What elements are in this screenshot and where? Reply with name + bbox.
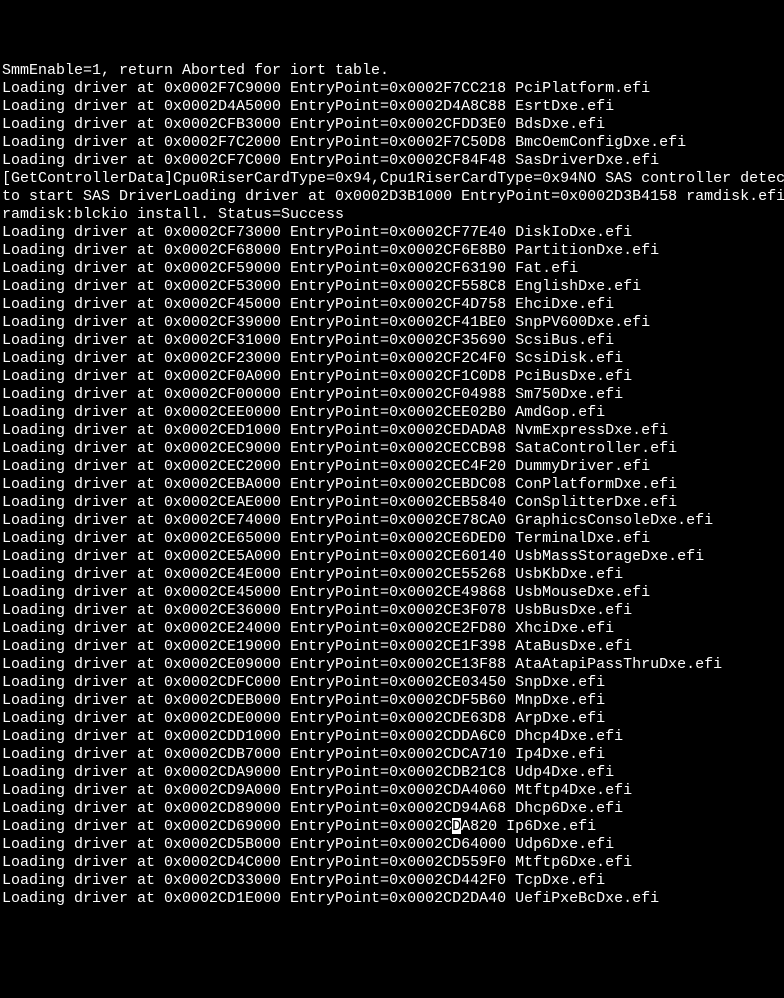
log-line: Loading driver at 0x0002CF31000 EntryPoi…: [2, 332, 782, 350]
log-line: Loading driver at 0x0002CEE0000 EntryPoi…: [2, 404, 782, 422]
log-line: Loading driver at 0x0002CE19000 EntryPoi…: [2, 638, 782, 656]
log-line: Loading driver at 0x0002CE5A000 EntryPoi…: [2, 548, 782, 566]
log-line: Loading driver at 0x0002CD5B000 EntryPoi…: [2, 836, 782, 854]
log-line: Loading driver at 0x0002CDA9000 EntryPoi…: [2, 764, 782, 782]
log-line: Loading driver at 0x0002F7C9000 EntryPoi…: [2, 80, 782, 98]
log-line: Loading driver at 0x0002CF23000 EntryPoi…: [2, 350, 782, 368]
log-line: Loading driver at 0x0002F7C2000 EntryPoi…: [2, 134, 782, 152]
log-line: Loading driver at 0x0002CF7C000 EntryPoi…: [2, 152, 782, 170]
log-line: Loading driver at 0x0002CE65000 EntryPoi…: [2, 530, 782, 548]
cursor-before-text: Loading driver at 0x0002CD69000 EntryPoi…: [2, 818, 452, 835]
log-line: Loading driver at 0x0002CEBA000 EntryPoi…: [2, 476, 782, 494]
log-line: Loading driver at 0x0002CE24000 EntryPoi…: [2, 620, 782, 638]
log-line: Loading driver at 0x0002CF0A000 EntryPoi…: [2, 368, 782, 386]
log-line: Loading driver at 0x0002CF59000 EntryPoi…: [2, 260, 782, 278]
log-line: Loading driver at 0x0002CDD1000 EntryPoi…: [2, 728, 782, 746]
log-line: Loading driver at 0x0002CE09000 EntryPoi…: [2, 656, 782, 674]
log-line: Loading driver at 0x0002CF73000 EntryPoi…: [2, 224, 782, 242]
boot-log-terminal: SmmEnable=1, return Aborted for iort tab…: [0, 62, 784, 908]
log-line: ramdisk:blckio install. Status=Success: [2, 206, 782, 224]
log-header-fragment: SmmEnable=1, return Aborted for iort tab…: [2, 62, 782, 80]
log-line: Loading driver at 0x0002CDE0000 EntryPoi…: [2, 710, 782, 728]
log-line: Loading driver at 0x0002CE4E000 EntryPoi…: [2, 566, 782, 584]
log-line: Loading driver at 0x0002CDB7000 EntryPoi…: [2, 746, 782, 764]
log-line: Loading driver at 0x0002CEC9000 EntryPoi…: [2, 440, 782, 458]
log-line: Loading driver at 0x0002CD9A000 EntryPoi…: [2, 782, 782, 800]
log-line: Loading driver at 0x0002CDEB000 EntryPoi…: [2, 692, 782, 710]
log-line: Loading driver at 0x0002CEC2000 EntryPoi…: [2, 458, 782, 476]
log-line: Loading driver at 0x0002CF00000 EntryPoi…: [2, 386, 782, 404]
log-line: Loading driver at 0x0002CE36000 EntryPoi…: [2, 602, 782, 620]
log-line: Loading driver at 0x0002CEAE000 EntryPoi…: [2, 494, 782, 512]
log-line: Loading driver at 0x0002CFB3000 EntryPoi…: [2, 116, 782, 134]
log-line: Loading driver at 0x0002CDFC000 EntryPoi…: [2, 674, 782, 692]
cursor-after-text: 7A820 Ip6Dxe.efi: [452, 818, 596, 835]
log-line: Loading driver at 0x0002CF53000 EntryPoi…: [2, 278, 782, 296]
log-line: to start SAS DriverLoading driver at 0x0…: [2, 188, 782, 206]
log-line: Loading driver at 0x0002CD4C000 EntryPoi…: [2, 854, 782, 872]
log-line: Loading driver at 0x0002CE74000 EntryPoi…: [2, 512, 782, 530]
log-line: Loading driver at 0x0002CF45000 EntryPoi…: [2, 296, 782, 314]
log-line-with-cursor: Loading driver at 0x0002CD69000 EntryPoi…: [2, 818, 782, 836]
text-cursor: D: [452, 818, 461, 834]
log-line: Loading driver at 0x0002CED1000 EntryPoi…: [2, 422, 782, 440]
log-line: Loading driver at 0x0002CD33000 EntryPoi…: [2, 872, 782, 890]
log-line: Loading driver at 0x0002CF68000 EntryPoi…: [2, 242, 782, 260]
log-line: Loading driver at 0x0002CF39000 EntryPoi…: [2, 314, 782, 332]
log-line: Loading driver at 0x0002CD1E000 EntryPoi…: [2, 890, 782, 908]
log-line: [GetControllerData]Cpu0RiserCardType=0x9…: [2, 170, 782, 188]
log-line: Loading driver at 0x0002D4A5000 EntryPoi…: [2, 98, 782, 116]
log-line: Loading driver at 0x0002CD89000 EntryPoi…: [2, 800, 782, 818]
log-line: Loading driver at 0x0002CE45000 EntryPoi…: [2, 584, 782, 602]
